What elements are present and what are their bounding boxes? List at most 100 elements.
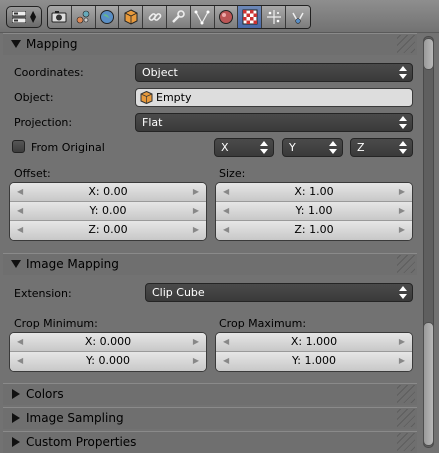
offset-z-field[interactable]: ◀ Z: 0.00 ▶ — [10, 221, 206, 240]
offset-z-value: Z: 0.00 — [88, 223, 128, 236]
panel-grip-icon[interactable] — [397, 255, 415, 273]
size-label: Size: — [219, 167, 246, 180]
crop-max-y-field[interactable]: ◀ Y: 1.000 ▶ — [216, 352, 412, 371]
axis-x-value: X — [221, 141, 229, 154]
crop-min-y-field[interactable]: ◀ Y: 0.000 ▶ — [10, 352, 206, 371]
object-cube-icon — [140, 91, 153, 104]
triangle-right-icon — [12, 389, 20, 399]
custom-properties-panel-header[interactable]: Custom Properties — [3, 431, 417, 453]
updown-arrows-icon — [260, 141, 268, 154]
panel-grip-icon[interactable] — [397, 409, 415, 427]
tab-scene[interactable] — [71, 6, 96, 28]
crop-max-y-value: Y: 1.000 — [292, 354, 336, 367]
mapping-panel-header[interactable]: Mapping — [3, 33, 417, 55]
updown-arrows-icon — [399, 141, 407, 154]
axis-y-dropdown[interactable]: Y — [282, 138, 343, 157]
world-icon — [99, 10, 114, 24]
projection-label: Projection: — [14, 116, 73, 129]
from-original-label: From Original — [31, 141, 105, 154]
properties-editor-icon — [12, 11, 26, 23]
updown-arrows-icon — [329, 141, 337, 154]
from-original-checkbox[interactable] — [12, 140, 25, 153]
triangle-right-icon — [12, 413, 20, 423]
size-y-value: Y: 1.00 — [295, 204, 333, 217]
extension-value: Clip Cube — [152, 286, 205, 299]
image-mapping-panel-header[interactable]: Image Mapping — [3, 253, 417, 275]
panel-grip-icon[interactable] — [397, 433, 415, 451]
tab-material[interactable] — [214, 6, 239, 28]
colors-panel-title: Colors — [26, 387, 64, 401]
crop-min-vector: ◀ X: 0.000 ▶ ◀ Y: 0.000 ▶ — [9, 332, 207, 372]
render-icon — [51, 11, 67, 23]
axis-y-value: Y — [289, 141, 296, 154]
scrollbar-thumb-top[interactable] — [423, 38, 434, 70]
extension-label: Extension: — [14, 287, 72, 300]
scrollbar-thumb[interactable] — [423, 322, 434, 446]
crop-max-vector: ◀ X: 1.000 ▶ ◀ Y: 1.000 ▶ — [215, 332, 413, 372]
projection-value: Flat — [142, 116, 163, 129]
mapping-panel-title: Mapping — [26, 37, 78, 51]
tab-physics[interactable] — [285, 6, 310, 28]
offset-label: Offset: — [14, 167, 51, 180]
tab-particles[interactable] — [262, 6, 286, 28]
offset-x-field[interactable]: ◀ X: 0.00 ▶ — [10, 183, 206, 202]
extension-dropdown[interactable]: Clip Cube — [145, 283, 413, 302]
object-field[interactable]: Empty — [135, 88, 413, 107]
tab-object[interactable] — [119, 6, 144, 28]
size-z-field[interactable]: ◀ Z: 1.00 ▶ — [216, 221, 412, 240]
size-z-value: Z: 1.00 — [294, 223, 334, 236]
triangle-down-icon — [11, 260, 21, 268]
tab-world[interactable] — [95, 6, 120, 28]
coordinates-label: Coordinates: — [14, 66, 84, 79]
tab-render[interactable] — [48, 6, 72, 28]
colors-panel-header[interactable]: Colors — [3, 383, 417, 405]
custom-properties-panel-title: Custom Properties — [26, 435, 137, 449]
properties-header: ▲ ▼ — [0, 0, 439, 33]
physics-icon — [292, 12, 304, 24]
crop-max-x-field[interactable]: ◀ X: 1.000 ▶ — [216, 333, 412, 352]
size-vector: ◀ X: 1.00 ▶ ◀ Y: 1.00 ▶ ◀ Z: 1.00 ▶ — [215, 182, 413, 241]
updown-arrows-icon — [399, 66, 407, 79]
tab-texture[interactable] — [238, 6, 263, 28]
modifiers-icon — [172, 10, 186, 23]
editor-type-button[interactable]: ▲ ▼ — [6, 6, 42, 28]
crop-min-label: Crop Minimum: — [14, 317, 98, 330]
updown-arrows-icon — [399, 286, 407, 299]
image-sampling-panel-title: Image Sampling — [26, 411, 124, 425]
offset-y-field[interactable]: ◀ Y: 0.00 ▶ — [10, 202, 206, 221]
projection-dropdown[interactable]: Flat — [135, 113, 413, 132]
coordinates-dropdown[interactable]: Object — [135, 63, 413, 82]
image-sampling-panel-header[interactable]: Image Sampling — [3, 407, 417, 429]
size-x-value: X: 1.00 — [294, 185, 334, 198]
scene-icon — [76, 10, 90, 24]
chevron-updown-icon: ▲ ▼ — [30, 9, 37, 24]
tab-modifiers[interactable] — [166, 6, 191, 28]
particles-icon — [266, 10, 281, 24]
offset-vector: ◀ X: 0.00 ▶ ◀ Y: 0.00 ▶ ◀ Z: 0.00 ▶ — [9, 182, 207, 241]
image-mapping-panel-title: Image Mapping — [26, 257, 119, 271]
object-value: Empty — [156, 91, 192, 104]
axis-z-value: Z — [357, 141, 365, 154]
updown-arrows-icon — [399, 116, 407, 129]
size-y-field[interactable]: ◀ Y: 1.00 ▶ — [216, 202, 412, 221]
material-icon — [218, 10, 233, 24]
crop-min-y-value: Y: 0.000 — [86, 354, 130, 367]
panel-grip-icon[interactable] — [397, 35, 415, 53]
axis-z-dropdown[interactable]: Z — [350, 138, 413, 157]
triangle-down-icon — [11, 40, 21, 48]
object-data-icon — [194, 10, 210, 25]
tab-constraints[interactable] — [143, 6, 167, 28]
offset-y-value: Y: 0.00 — [89, 204, 127, 217]
object-label: Object: — [14, 91, 54, 104]
size-x-field[interactable]: ◀ X: 1.00 ▶ — [216, 183, 412, 202]
texture-icon — [242, 9, 258, 25]
tab-object-data[interactable] — [190, 6, 215, 28]
constraints-icon — [148, 13, 161, 21]
panel-grip-icon[interactable] — [397, 385, 415, 403]
coordinates-value: Object — [142, 66, 178, 79]
axis-x-dropdown[interactable]: X — [214, 138, 274, 157]
crop-max-x-value: X: 1.000 — [290, 335, 338, 348]
context-tabs — [47, 5, 311, 29]
offset-x-value: X: 0.00 — [88, 185, 128, 198]
crop-min-x-field[interactable]: ◀ X: 0.000 ▶ — [10, 333, 206, 352]
